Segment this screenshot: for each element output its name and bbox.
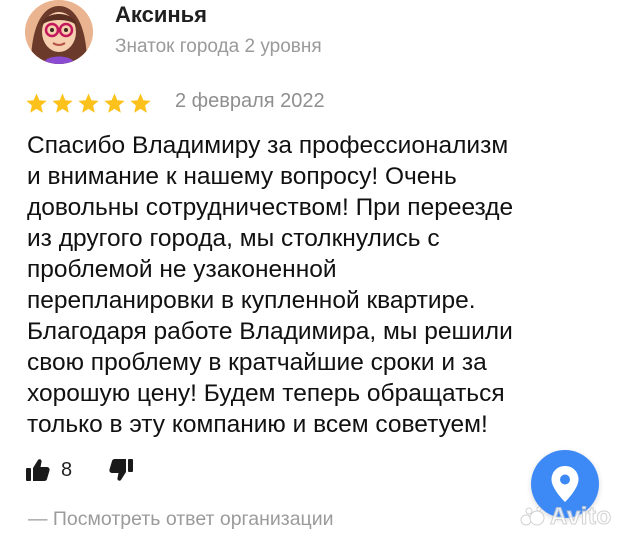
author-name[interactable]: Аксинья	[115, 2, 207, 28]
star-icon	[78, 93, 99, 113]
star-icon	[52, 93, 73, 113]
avito-watermark: Avito	[520, 503, 612, 531]
avito-watermark-text: Avito	[550, 503, 612, 531]
star-icon	[104, 93, 125, 113]
author-status: Знаток города 2 уровня	[115, 36, 322, 57]
star-icon	[130, 93, 151, 113]
map-pin-icon	[551, 466, 579, 502]
dislike-button[interactable]	[108, 458, 134, 487]
like-button[interactable]: 8	[25, 458, 72, 482]
avatar-image	[25, 0, 93, 64]
view-organization-reply-link[interactable]: — Посмотреть ответ организации	[28, 508, 334, 531]
thumbs-down-icon	[109, 459, 133, 481]
review-date: 2 февраля 2022	[175, 90, 325, 112]
review-text: Спасибо Владимиру за профессионализм и в…	[27, 132, 514, 438]
avatar[interactable]	[25, 0, 93, 64]
like-count: 8	[61, 458, 73, 481]
thumbs-up-icon	[26, 459, 50, 481]
star-icon	[26, 93, 47, 113]
rating-stars	[25, 92, 152, 116]
avito-logo-icon	[520, 506, 545, 526]
